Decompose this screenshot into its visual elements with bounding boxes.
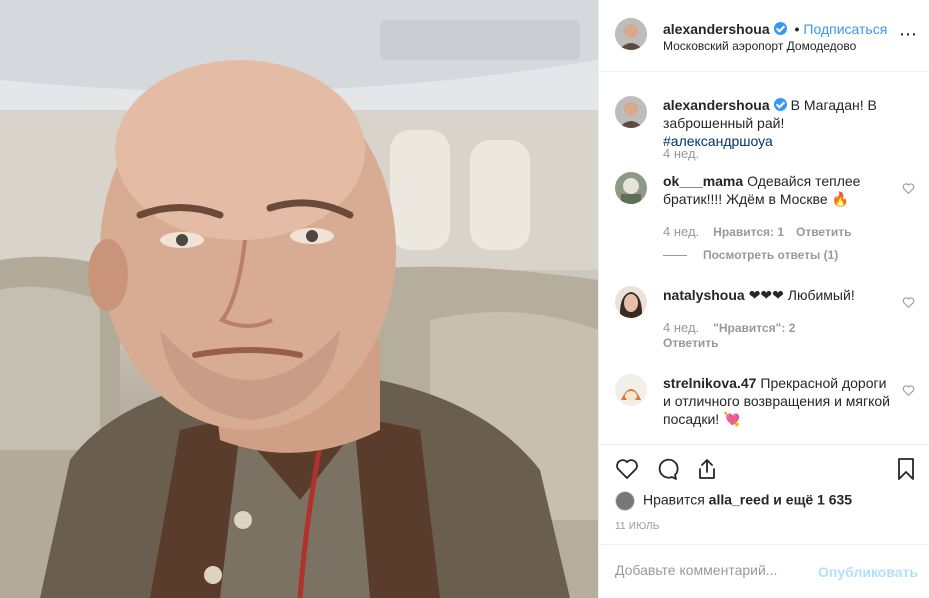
reply-button[interactable]: Ответить [663,336,718,350]
verified-badge-icon [773,22,787,35]
author-avatar-small[interactable] [615,96,647,128]
caption-username[interactable]: alexandershoua [663,97,770,113]
comment-likes[interactable]: "Нравится": 2 [713,321,795,335]
caption-body: alexandershoua В Магадан! В заброшенный р… [663,96,895,150]
liker-avatar [615,491,635,511]
likes-summary[interactable]: Нравится alla_reed и ещё 1 635 [615,491,852,511]
comment-input[interactable] [615,562,815,578]
comment-like-heart-icon[interactable] [902,384,915,397]
comment-text: ❤❤❤ Любимый! [748,287,855,303]
likes-prefix: Нравится [643,491,705,508]
caption-age[interactable]: 4 нед. [663,146,699,161]
separator-dot: • [794,21,800,37]
likes-user[interactable]: alla_reed [709,492,770,508]
commenter-avatar[interactable] [615,172,647,204]
caption-meta: 4 нед. [663,146,713,161]
comment-username[interactable]: strelnikova.47 [663,375,756,391]
comment-body: ok___mama Одевайся теплее братик!!!! Ждём… [663,172,895,208]
add-comment-bar: Опубликовать [599,544,929,598]
comment-username[interactable]: ok___mama [663,173,743,189]
commenter-avatar[interactable] [615,374,647,406]
comment-like-heart-icon[interactable] [902,296,915,309]
commenter-avatar[interactable] [615,286,647,318]
post-photo[interactable] [0,0,598,598]
bookmark-icon[interactable] [894,457,918,481]
comment-age[interactable]: 4 нед. [663,224,699,239]
comment-likes[interactable]: Нравится: 1 [713,225,784,239]
post-header: alexandershoua • Подписаться Московский а… [599,0,929,72]
post-date[interactable]: 11 ИЮЛЬ [615,521,660,532]
share-icon[interactable] [695,457,719,481]
author-line: alexandershoua • Подписаться [663,21,887,37]
author-username[interactable]: alexandershoua [663,21,770,37]
post-actions: Нравится alla_reed и ещё 1 635 11 ИЮЛЬ [599,444,929,544]
verified-badge-icon [773,98,787,111]
post-location[interactable]: Московский аэропорт Домодедово [663,39,856,53]
comment-icon[interactable] [655,457,679,481]
comment-meta-reply: Ответить [663,336,730,350]
publish-button[interactable]: Опубликовать [818,564,918,580]
comment-meta: 4 нед. "Нравится": 2 [663,320,807,335]
reply-button[interactable]: Ответить [796,225,851,239]
more-options-icon[interactable]: ⋯ [899,24,918,45]
comment-age[interactable]: 4 нед. [663,320,699,335]
follow-button[interactable]: Подписаться [803,21,887,37]
comment-body: natalyshoua ❤❤❤ Любимый! [663,286,895,304]
comment-body: strelnikova.47 Прекрасной дороги и отличн… [663,374,895,428]
comment-username[interactable]: natalyshoua [663,287,745,303]
heart-icon[interactable] [615,457,639,481]
selfie-illustration [0,0,598,598]
comment-like-heart-icon[interactable] [902,182,915,195]
likes-suffix[interactable]: и ещё 1 635 [773,492,852,508]
view-replies-button[interactable]: Посмотреть ответы (1) [663,248,838,262]
comments-list[interactable]: alexandershoua В Магадан! В заброшенный р… [599,72,929,444]
post-sidebar: alexandershoua • Подписаться Московский а… [598,0,929,598]
author-avatar[interactable] [615,18,647,50]
comment-meta: 4 нед. Нравится: 1 Ответить [663,224,863,239]
